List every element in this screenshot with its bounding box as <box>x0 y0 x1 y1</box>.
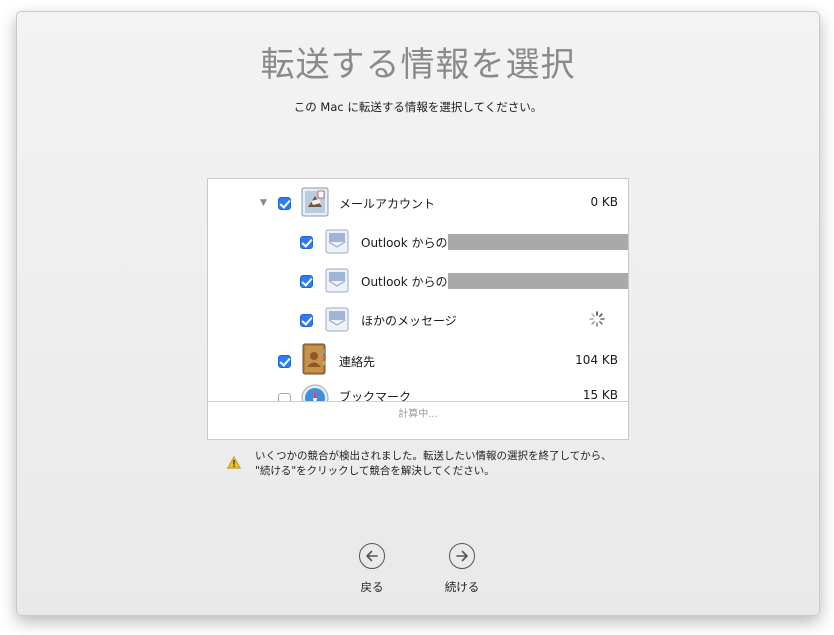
mail-accounts-label: メールアカウント <box>339 197 436 211</box>
contacts-icon <box>302 343 326 375</box>
warning-line-1: いくつかの競合が検出されました。転送したい情報の選択を終了してから、 <box>255 450 612 462</box>
mailbox-icon <box>325 307 349 332</box>
page-subtitle: この Mac に転送する情報を選択してください。 <box>293 100 543 114</box>
continue-button-label: 続ける <box>444 580 480 594</box>
other-messages-checkbox[interactable] <box>300 314 313 327</box>
page-title: 転送する情報を選択 <box>260 45 576 85</box>
outlook-mailbox-2-checkbox[interactable] <box>300 275 313 288</box>
list-item-bookmarks[interactable]: ブックマーク 15 KB <box>208 379 628 402</box>
mail-accounts-checkbox[interactable] <box>278 197 291 210</box>
bookmarks-label: ブックマーク <box>339 390 412 402</box>
warning-message: いくつかの競合が検出されました。転送したい情報の選択を終了してから、 "続ける"… <box>255 449 612 479</box>
redacted-name-bar <box>448 234 628 250</box>
list-item-outlook-mailbox-2[interactable]: Outlook からの <box>208 262 628 298</box>
list-item-mail-accounts[interactable]: ▼ メールアカウント 0 KB <box>208 184 628 220</box>
migration-assistant-window: 転送する情報を選択 この Mac に転送する情報を選択してください。 ▼ メール… <box>16 11 820 616</box>
redacted-name-bar <box>448 273 628 289</box>
contacts-size: 104 KB <box>575 353 618 367</box>
warning-icon <box>227 456 241 469</box>
list-item-contacts[interactable]: 連絡先 104 KB <box>208 340 628 376</box>
contacts-checkbox[interactable] <box>278 355 291 368</box>
list-item-outlook-mailbox-1[interactable]: Outlook からの <box>208 223 628 259</box>
bookmarks-size: 15 KB <box>582 388 618 402</box>
transfer-list-scroll[interactable]: ▼ メールアカウント 0 KB Outlook からの Outlook からの … <box>208 179 628 402</box>
calculating-status: 計算中... <box>398 409 438 420</box>
back-button[interactable]: 戻る <box>342 543 402 595</box>
back-button-label: 戻る <box>360 580 384 594</box>
safari-icon <box>301 384 329 401</box>
other-messages-label: ほかのメッセージ <box>361 314 457 328</box>
back-arrow-icon[interactable] <box>359 543 385 569</box>
list-item-other-messages[interactable]: ほかのメッセージ <box>208 301 628 337</box>
disclosure-triangle-icon[interactable]: ▼ <box>260 198 267 208</box>
mail-icon <box>301 187 329 217</box>
mailbox-icon <box>325 268 349 293</box>
contacts-label: 連絡先 <box>339 355 376 369</box>
bookmarks-checkbox[interactable] <box>278 393 291 401</box>
transfer-list[interactable]: ▼ メールアカウント 0 KB Outlook からの Outlook からの … <box>207 178 629 440</box>
mailbox-icon <box>325 229 349 254</box>
outlook-mailbox-2-label: Outlook からの <box>361 275 448 289</box>
mail-accounts-size: 0 KB <box>590 195 618 209</box>
warning-line-2: "続ける"をクリックして競合を解決してください。 <box>255 465 495 477</box>
outlook-mailbox-1-checkbox[interactable] <box>300 236 313 249</box>
loading-spinner-icon <box>589 311 605 327</box>
forward-arrow-icon[interactable] <box>449 543 475 569</box>
outlook-mailbox-1-label: Outlook からの <box>361 236 448 250</box>
continue-button[interactable]: 続ける <box>432 543 492 595</box>
